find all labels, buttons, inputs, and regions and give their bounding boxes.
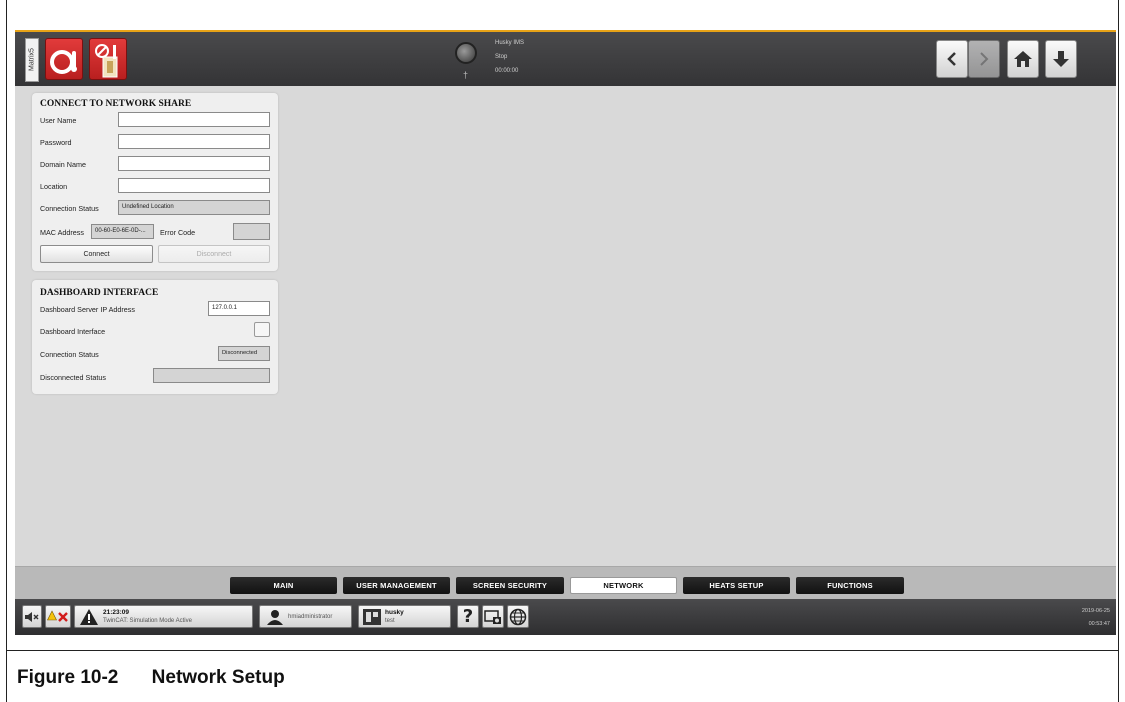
disconnected-status-value [153,368,270,383]
figure-caption: Figure 10-2 Network Setup [17,667,285,689]
mold-sub: test [385,617,395,624]
machine-status-indicator: † Husky IMS Stop 00:00:00 [455,36,545,84]
domain-name-field[interactable] [118,156,270,171]
hmi-screenshot: Matrix5 † Husky IMS Stop 00:00:00 CONNEC… [15,30,1116,635]
document-page: Matrix5 † Husky IMS Stop 00:00:00 CONNEC… [0,0,1125,702]
active-alarm-button[interactable]: 21:23:09 TwinCAT: Simulation Mode Active [74,605,253,628]
screen-capture-icon [484,609,501,624]
mute-button[interactable] [22,605,42,628]
screenshot-button[interactable] [482,605,504,628]
network-share-panel: CONNECT TO NETWORK SHARE User Name Passw… [32,93,278,271]
question-icon: ? [462,606,474,627]
location-field[interactable] [118,178,270,193]
figure-title: Network Setup [151,667,285,688]
connection-status-value: Undefined Location [118,200,270,215]
tab-network[interactable]: NETWORK [570,577,677,594]
pin-icon: † [463,70,469,80]
home-button[interactable] [1007,40,1039,78]
server-ip-field[interactable]: 127.0.0.1 [208,301,270,316]
status-bar: 21:23:09 TwinCAT: Simulation Mode Active… [15,599,1116,635]
dashboard-connection-status-value: Disconnected [218,346,270,361]
tab-heats-setup[interactable]: HEATS SETUP [683,577,790,594]
help-button[interactable]: ? [457,605,479,628]
network-share-title: CONNECT TO NETWORK SHARE [40,99,192,109]
domain-name-label: Domain Name [40,160,86,169]
download-button[interactable] [1045,40,1077,78]
mold-name: husky [385,608,404,616]
status-line-3: 00:00:00 [495,68,519,74]
matrix-tab[interactable]: Matrix5 [25,38,39,82]
arrow-down-icon [1053,51,1069,67]
tab-user-management[interactable]: USER MANAGEMENT [343,577,450,594]
connect-button[interactable]: Connect [40,245,153,263]
tab-screen-security[interactable]: SCREEN SECURITY [456,577,564,594]
dashboard-interface-checkbox[interactable] [254,322,270,337]
user-name-label: User Name [40,116,77,125]
warning-icon [80,608,98,625]
speaker-mute-icon [25,611,39,622]
status-knob-icon [455,42,477,64]
warning-clear-icon [47,609,68,622]
manifold-controller-button[interactable] [89,38,127,80]
chevron-left-icon [947,52,956,66]
caption-divider [6,650,1119,651]
top-bar: Matrix5 † Husky IMS Stop 00:00:00 [15,30,1116,86]
disconnect-button[interactable]: Disconnect [158,245,270,263]
tab-bar: MAIN USER MANAGEMENT SCREEN SECURITY NET… [15,566,1116,599]
dashboard-interface-panel: DASHBOARD INTERFACE Dashboard Server IP … [32,280,278,394]
dashboard-interface-title: DASHBOARD INTERFACE [40,288,159,298]
mac-address-label: MAC Address [40,228,84,237]
figure-number: Figure 10-2 [17,667,119,688]
user-name: hmiadministrator [288,613,333,620]
status-line-2: Stop [495,54,508,60]
error-code-value [233,223,270,240]
page-border-right [1118,0,1119,702]
dashboard-interface-label: Dashboard Interface [40,327,106,336]
back-button[interactable] [936,40,968,78]
dashboard-connection-status-label: Connection Status [40,350,99,359]
connection-status-label: Connection Status [40,204,99,213]
password-label: Password [40,138,72,147]
manifold-icon [95,44,118,78]
tab-functions[interactable]: FUNCTIONS [796,577,904,594]
globe-icon [509,608,527,625]
alarm-reset-button[interactable] [45,605,71,628]
language-button[interactable] [507,605,529,628]
tab-main[interactable]: MAIN [230,577,337,594]
forward-button[interactable] [968,40,1000,78]
alarm-time: 21:23:09 [103,608,130,616]
user-button[interactable]: hmiadministrator [259,605,352,628]
home-icon [1014,51,1032,67]
mold-button[interactable]: husky test [358,605,451,628]
temperature-controller-button[interactable] [45,38,83,80]
location-label: Location [40,182,68,191]
server-ip-label: Dashboard Server IP Address [40,305,135,314]
status-time: 00:53:47 [1088,621,1110,627]
status-line-1: Husky IMS [495,40,525,46]
password-field[interactable] [118,134,270,149]
user-name-field[interactable] [118,112,270,127]
mac-address-value: 00-60-E0-6E-0D-... [91,224,154,239]
mold-icon [363,608,381,625]
user-icon [267,609,283,625]
status-date: 2019-06-25 [1081,608,1110,614]
disconnected-status-label: Disconnected Status [40,373,106,382]
error-code-label: Error Code [160,228,196,237]
thermometer-ring-icon [50,50,77,74]
page-border-left [6,0,7,702]
alarm-message: TwinCAT: Simulation Mode Active [103,617,192,624]
chevron-right-icon [980,52,989,66]
